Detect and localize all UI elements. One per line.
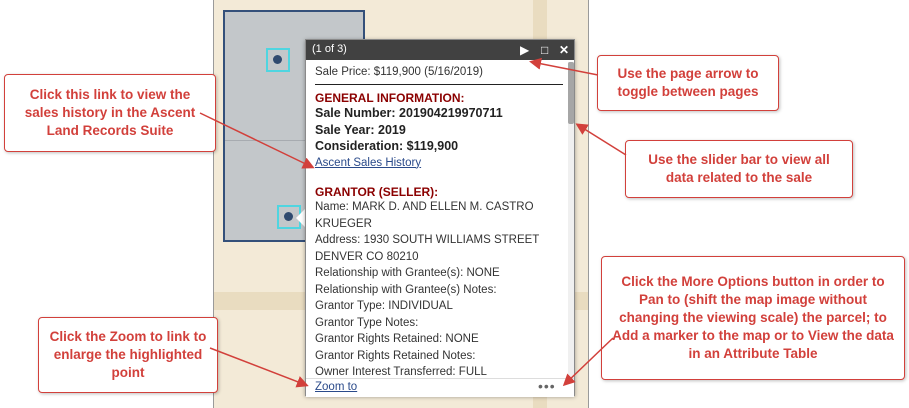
close-icon[interactable]: ✕ xyxy=(559,43,569,57)
grantor-line: Address: 1930 SOUTH WILLIAMS STREET xyxy=(315,234,540,246)
grantor-line: DENVER CO 80210 xyxy=(315,250,419,263)
callout-ascent-link: Click this link to view the sales histor… xyxy=(4,74,216,152)
grantor-line: Relationship with Grantee(s) Notes: xyxy=(315,283,497,296)
play-arrow-icon[interactable]: ▶ xyxy=(520,43,529,57)
grantor-header: GRANTOR (SELLER): xyxy=(315,185,439,199)
sale-point-marker[interactable] xyxy=(266,48,290,72)
grantor-line: KRUEGER xyxy=(315,217,372,230)
grantor-line: Name: MARK D. AND ELLEN M. CASTRO xyxy=(315,201,534,213)
scrollbar-thumb[interactable] xyxy=(568,62,574,124)
popup-pointer xyxy=(296,209,305,227)
grantor-line: Owner Interest Transferred: FULL xyxy=(315,366,487,376)
page-count: (1 of 3) xyxy=(312,43,347,55)
more-options-icon[interactable]: ••• xyxy=(538,378,556,394)
grantor-line: Grantor Type: INDIVIDUAL xyxy=(315,300,453,312)
zoom-to-link[interactable]: Zoom to xyxy=(315,381,357,393)
grantor-line: Grantor Rights Retained: NONE xyxy=(315,333,479,345)
popup-footer: Zoom to ••• xyxy=(306,378,574,397)
grantor-line: Relationship with Grantee(s): NONE xyxy=(315,267,500,279)
consideration: Consideration: $119,900 xyxy=(315,139,459,153)
sale-price: Sale Price: $119,900 (5/16/2019) xyxy=(315,66,563,85)
callout-more-options: Click the More Options button in order t… xyxy=(601,256,905,380)
grantor-line: Grantor Type Notes: xyxy=(315,316,419,329)
sale-number: Sale Number: 201904219970711 xyxy=(315,106,503,120)
sale-popup: (1 of 3) ▶ □ ✕ Sale Price: $119,900 (5/1… xyxy=(305,39,575,397)
popup-titlebar: (1 of 3) ▶ □ ✕ xyxy=(306,40,574,60)
popup-content[interactable]: Sale Price: $119,900 (5/16/2019) GENERAL… xyxy=(315,66,563,376)
general-info-header: GENERAL INFORMATION: xyxy=(315,91,465,105)
callout-zoom-to: Click the Zoom to link to enlarge the hi… xyxy=(38,317,218,393)
maximize-icon[interactable]: □ xyxy=(541,43,548,57)
sale-year: Sale Year: 2019 xyxy=(315,122,406,137)
popup-scrollbar[interactable] xyxy=(568,62,574,380)
ascent-sales-history-link[interactable]: Ascent Sales History xyxy=(315,155,563,172)
grantor-line: Grantor Rights Retained Notes: xyxy=(315,349,476,362)
callout-slider-bar: Use the slider bar to view all data rela… xyxy=(625,140,853,198)
callout-page-arrow: Use the page arrow to toggle between pag… xyxy=(597,55,779,111)
